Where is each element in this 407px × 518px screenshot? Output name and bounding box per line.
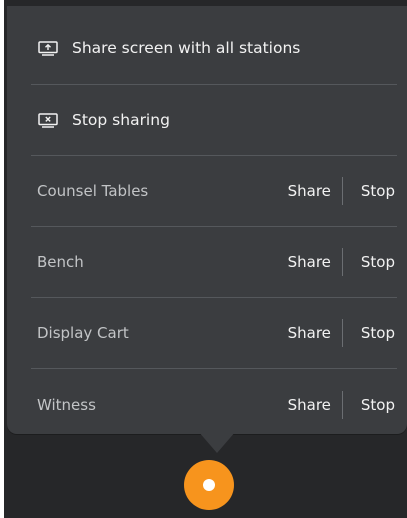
station-name: Counsel Tables	[37, 182, 149, 200]
screen-stop-icon	[37, 109, 59, 131]
station-actions: Share Stop	[288, 248, 397, 276]
station-row-counsel-tables: Counsel Tables Share Stop	[31, 156, 397, 227]
station-row-bench: Bench Share Stop	[31, 227, 397, 298]
share-button[interactable]: Share	[288, 182, 331, 200]
station-row-witness: Witness Share Stop	[31, 369, 397, 440]
button-divider	[341, 177, 343, 205]
station-actions: Share Stop	[288, 177, 397, 205]
button-divider	[341, 248, 343, 276]
share-button[interactable]: Share	[288, 324, 331, 342]
share-screen-all-label: Share screen with all stations	[72, 39, 301, 57]
station-actions: Share Stop	[288, 390, 397, 419]
record-dot-icon	[203, 479, 215, 491]
screen-share-icon	[37, 37, 59, 59]
share-menu-panel: Share screen with all stations Stop shar…	[7, 6, 407, 434]
app-frame: Share screen with all stations Stop shar…	[4, 0, 407, 518]
stop-sharing-label: Stop sharing	[72, 111, 170, 129]
share-screen-all-item[interactable]: Share screen with all stations	[31, 12, 397, 85]
button-divider	[341, 319, 343, 347]
station-row-display-cart: Display Cart Share Stop	[31, 298, 397, 369]
stop-button[interactable]: Stop	[361, 253, 395, 271]
share-menu-toggle-button[interactable]	[184, 460, 234, 510]
menu-pointer	[198, 431, 236, 453]
stop-button[interactable]: Stop	[361, 396, 395, 414]
stop-button[interactable]: Stop	[361, 182, 395, 200]
station-name: Display Cart	[37, 324, 129, 342]
share-button[interactable]: Share	[288, 253, 331, 271]
station-actions: Share Stop	[288, 319, 397, 347]
stop-sharing-item[interactable]: Stop sharing	[31, 85, 397, 156]
share-button[interactable]: Share	[288, 396, 331, 414]
station-name: Witness	[37, 395, 96, 414]
stop-button[interactable]: Stop	[361, 324, 395, 342]
button-divider	[341, 390, 343, 419]
station-name: Bench	[37, 253, 84, 271]
